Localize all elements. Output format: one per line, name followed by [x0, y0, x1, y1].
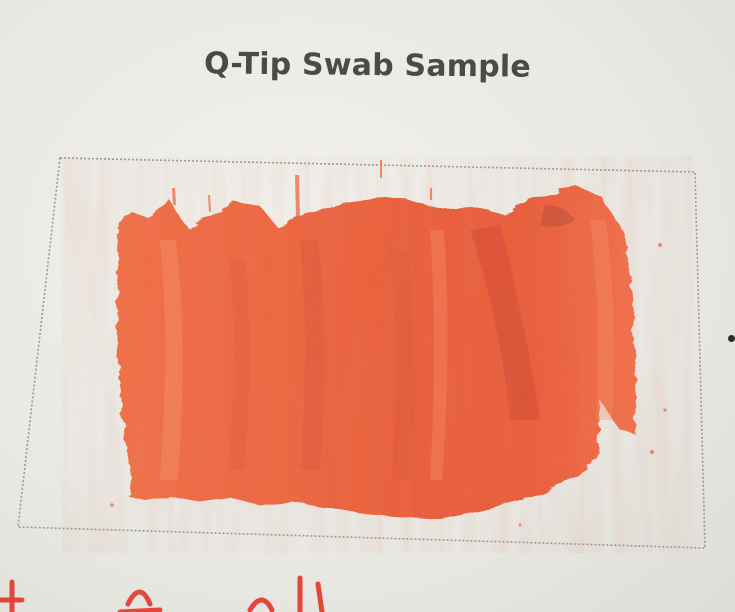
handwriting-partial [0, 575, 325, 612]
ink-swatch [110, 160, 667, 527]
side-mark [728, 335, 735, 342]
